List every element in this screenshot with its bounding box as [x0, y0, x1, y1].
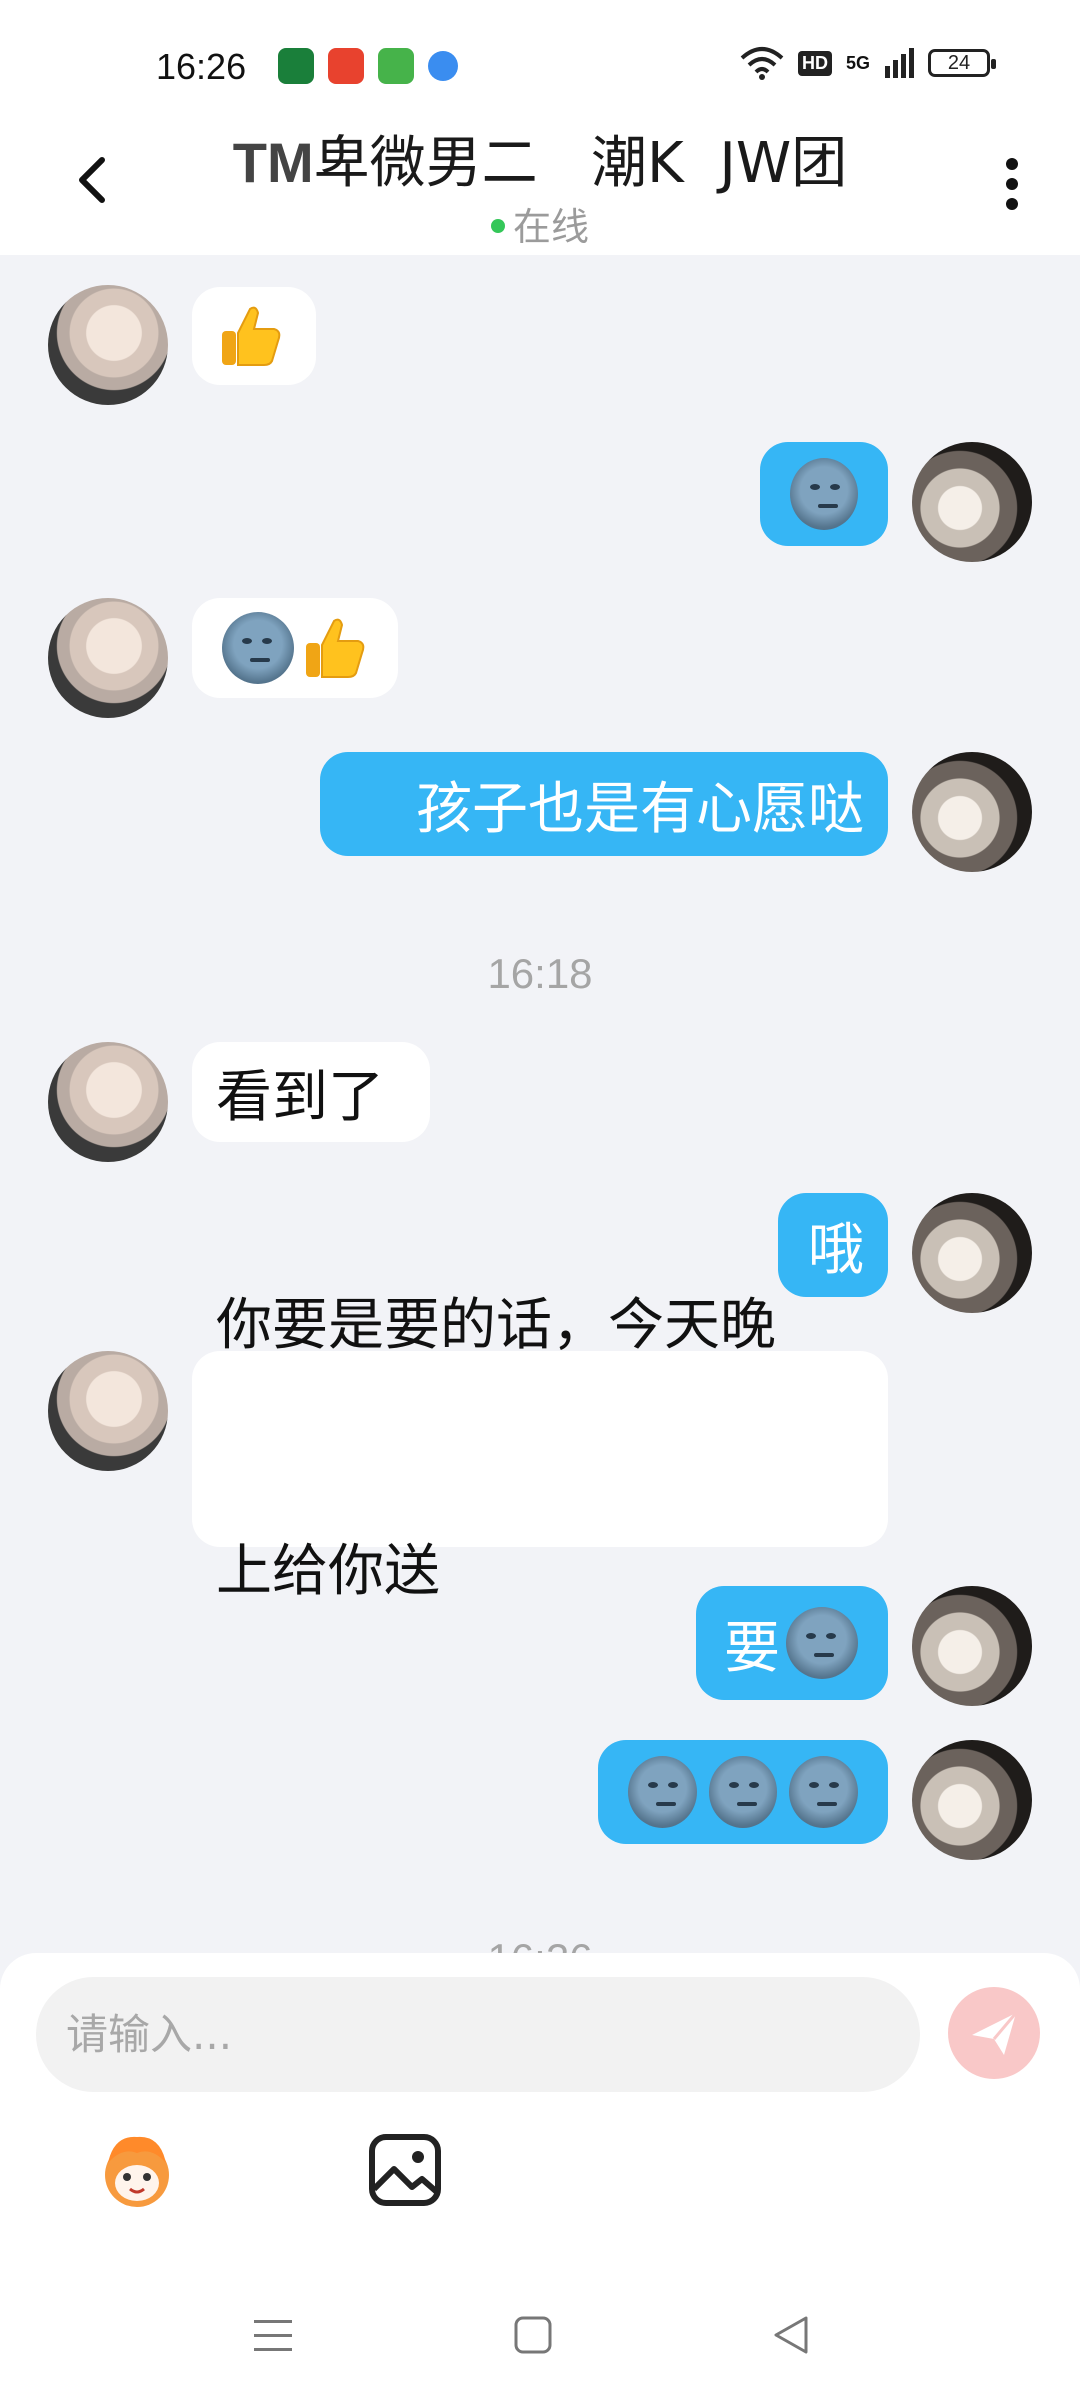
sticker-icon[interactable] — [92, 2125, 182, 2215]
system-nav-bar — [0, 2270, 1080, 2400]
app-notification-icon — [278, 48, 314, 84]
chat-title: TM卑微男二 潮K JW团 — [0, 118, 1080, 199]
wifi-icon — [740, 47, 784, 80]
signal-icon — [885, 48, 914, 78]
contact-avatar[interactable] — [48, 285, 168, 405]
back-icon[interactable] — [766, 2310, 816, 2360]
status-indicators: HD 5G 24 — [740, 46, 996, 80]
message-text: 哦 — [808, 1217, 864, 1283]
new-moon-face-emoji — [627, 1756, 697, 1828]
my-avatar[interactable] — [912, 1193, 1032, 1313]
chat-header: TM卑微男二 潮K JW团 在线 — [0, 110, 1080, 255]
message-text: 孩子也是有心愿哒 — [416, 776, 864, 842]
browser-app-icon — [428, 51, 458, 81]
new-moon-face-emoji — [786, 1607, 858, 1679]
my-avatar[interactable] — [912, 1586, 1032, 1706]
message-bubble-incoming[interactable]: 你要是要的话，今天晚 上给你送 — [192, 1293, 888, 1604]
hd-badge: HD — [797, 50, 832, 76]
message-bubble-outgoing[interactable] — [598, 1740, 888, 1844]
my-avatar[interactable] — [912, 442, 1032, 562]
video-app-icon — [328, 48, 364, 84]
battery-icon: 24 — [928, 49, 996, 77]
contact-avatar[interactable] — [48, 598, 168, 718]
my-avatar[interactable] — [912, 1740, 1032, 1860]
online-status: 在线 — [0, 196, 1080, 251]
network-label: 5G — [845, 52, 870, 73]
message-bubble-outgoing[interactable]: 孩子也是有心愿哒 — [320, 752, 888, 856]
new-moon-face-emoji — [708, 1756, 778, 1828]
message-text-line: 上给你送 — [216, 1539, 440, 1604]
contact-name: 卑微男二 潮K JW团 — [313, 131, 848, 196]
message-bubble-outgoing[interactable]: 哦 — [778, 1193, 888, 1297]
online-label: 在线 — [512, 205, 589, 249]
contact-avatar[interactable] — [48, 1351, 168, 1471]
image-icon[interactable] — [360, 2125, 450, 2215]
send-button[interactable] — [948, 1987, 1040, 2079]
send-icon — [972, 2012, 1018, 2055]
status-bar: 16:26 HD 5G 24 — [0, 0, 1080, 110]
message-input[interactable] — [36, 1977, 920, 2092]
contact-avatar[interactable] — [48, 1042, 168, 1162]
notification-icons — [278, 48, 458, 84]
message-text: 要 — [724, 1615, 780, 1681]
message-bubble-outgoing[interactable]: 要 — [696, 1586, 888, 1700]
message-list[interactable]: 孩子也是有心愿哒 16:18 看到了 哦 你要是要的话，今天晚 上给你送 要 1… — [0, 255, 1080, 1982]
home-icon[interactable] — [508, 2310, 558, 2360]
new-moon-face-emoji — [790, 458, 858, 530]
message-bubble-incoming[interactable] — [192, 598, 398, 698]
input-panel — [0, 1953, 1080, 2400]
thumbs-up-emoji — [306, 618, 365, 678]
title-prefix: TM — [232, 131, 314, 194]
message-timestamp: 16:18 — [487, 950, 593, 997]
message-bubble-incoming[interactable] — [192, 287, 316, 385]
thumbs-up-emoji — [222, 306, 281, 366]
new-moon-face-emoji — [789, 1756, 858, 1828]
online-dot — [490, 218, 505, 233]
message-text: 你要是要的话，今天晚 上给你送 — [216, 1121, 776, 1777]
status-time: 16:26 — [156, 46, 247, 87]
message-text-line: 你要是要的话，今天晚 — [216, 1293, 776, 1358]
more-vertical-icon[interactable] — [1000, 154, 1024, 214]
menu-icon[interactable] — [248, 2310, 298, 2360]
message-bubble-outgoing[interactable] — [760, 442, 888, 546]
new-moon-face-emoji — [222, 612, 294, 684]
my-avatar[interactable] — [912, 752, 1032, 872]
store-app-icon — [378, 48, 414, 84]
